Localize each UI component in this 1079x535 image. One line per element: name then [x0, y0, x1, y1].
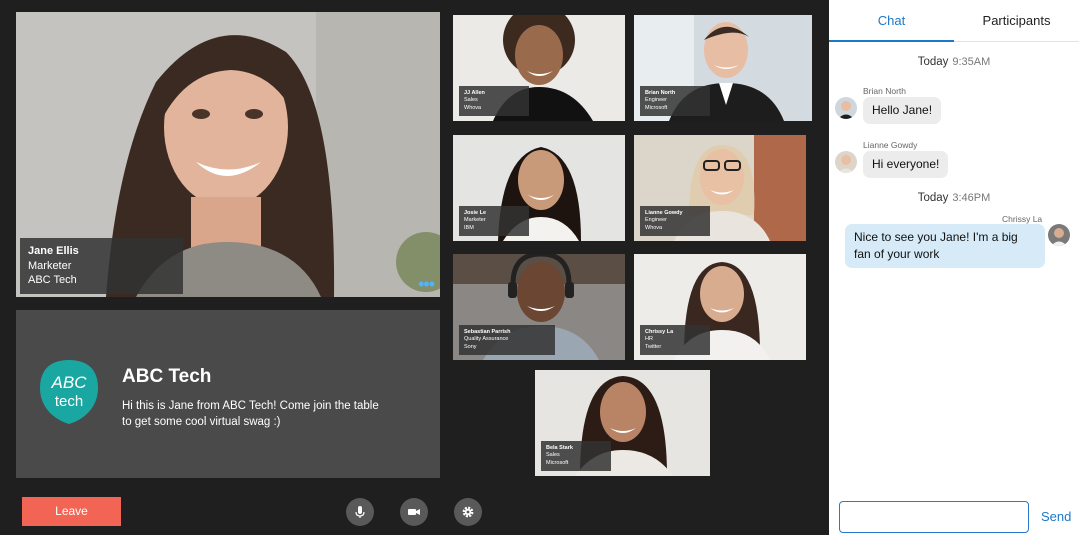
abc-tech-logo: ABC tech [40, 360, 98, 424]
speaker-role: Marketer [28, 259, 72, 272]
participant-company: Microsoft [645, 104, 668, 111]
logo-abc: ABC [51, 373, 88, 392]
tab-chat[interactable]: Chat [829, 0, 954, 42]
participant-role: Engineer [645, 97, 668, 103]
message-sender: Brian North [863, 86, 906, 96]
participant-role: HR [645, 336, 653, 342]
video-camera-icon [408, 509, 420, 515]
participant-role: Engineer [645, 217, 668, 223]
speaker-name: Jane Ellis [28, 245, 79, 257]
leave-button[interactable]: Leave [22, 497, 121, 526]
sponsor-title: ABC Tech [122, 366, 212, 387]
participant-tile[interactable]: Brian North Engineer Microsoft [634, 15, 812, 121]
participant-company: IBM [464, 224, 474, 231]
avatar [835, 151, 857, 173]
day-divider: Today 3:46PM [829, 192, 1079, 204]
participant-role: Quality Assurance [464, 336, 509, 342]
settings-button[interactable] [454, 498, 482, 526]
participant-name: JJ Allen [464, 89, 485, 96]
participant-nameplate: Chrissy La HR Twitter [640, 324, 710, 355]
participant-company: Whova [464, 104, 482, 111]
chat-input[interactable] [839, 501, 1029, 533]
participant-company: Sony [464, 343, 477, 350]
participant-tile[interactable]: Sebastian Parrish Quality Assurance Sony [453, 254, 625, 360]
participant-tile[interactable]: Bela Stark Sales Microsoft [535, 370, 710, 476]
participant-nameplate: JJ Allen Sales Whova [459, 85, 529, 116]
time-label: 3:46PM [952, 192, 991, 204]
tab-participants[interactable]: Participants [954, 0, 1079, 42]
camera-button[interactable] [400, 498, 428, 526]
participant-name: Brian North [645, 89, 676, 96]
avatar [1048, 224, 1070, 246]
chat-panel: Chat Participants Today 9:35AM Brian Nort… [829, 0, 1079, 535]
message-sender: Chrissy La [1002, 214, 1043, 224]
video-stage: Jane Ellis Marketer ABC Tech ••• ABC tec… [0, 0, 829, 535]
avatar-image [835, 97, 857, 119]
gear-icon [462, 506, 474, 518]
participant-tile[interactable]: Josie Le Marketer IBM [453, 135, 625, 241]
participant-name: Chrissy La [645, 328, 674, 335]
participant-company: Microsoft [546, 459, 569, 466]
participant-company: Twitter [645, 343, 662, 350]
sponsor-card: ABC tech ABC Tech Hi this is Jane from A… [16, 310, 440, 478]
microphone-icon [355, 506, 365, 518]
participant-nameplate: Sebastian Parrish Quality Assurance Sony [459, 324, 555, 355]
day-divider: Today 9:35AM [829, 56, 1079, 68]
avatar [835, 97, 857, 119]
participant-role: Sales [546, 452, 560, 458]
participant-name: Bela Stark [546, 444, 573, 451]
participant-nameplate: Bela Stark Sales Microsoft [541, 440, 611, 471]
send-button[interactable]: Send [1041, 509, 1071, 524]
participant-name: Lianne Gowdy [645, 209, 683, 216]
message-sender: Lianne Gowdy [863, 140, 918, 150]
logo-tech: tech [55, 393, 83, 410]
participant-role: Sales [464, 97, 478, 103]
time-label: 9:35AM [952, 56, 991, 68]
chat-message: Hi everyone! [863, 151, 949, 178]
chat-message-own: Nice to see you Jane! I'm a big fan of y… [845, 224, 1045, 268]
more-options-icon[interactable]: ••• [418, 275, 435, 293]
main-speaker-nameplate: Jane Ellis Marketer ABC Tech [20, 238, 183, 294]
participant-tile[interactable]: Lianne Gowdy Engineer Whova [634, 135, 806, 241]
participant-nameplate: Brian North Engineer Microsoft [640, 85, 710, 116]
speaker-company: ABC Tech [28, 274, 77, 286]
participant-role: Marketer [464, 217, 486, 223]
participant-tile[interactable]: Chrissy La HR Twitter [634, 254, 806, 360]
participant-name: Josie Le [464, 209, 487, 216]
main-speaker-video[interactable]: Jane Ellis Marketer ABC Tech ••• [16, 12, 440, 297]
participant-nameplate: Lianne Gowdy Engineer Whova [640, 205, 710, 236]
day-label: Today [917, 192, 949, 204]
participant-tile[interactable]: JJ Allen Sales Whova [453, 15, 625, 121]
panel-tabs: Chat Participants [829, 0, 1079, 42]
participant-name: Sebastian Parrish [464, 328, 511, 335]
avatar-image [1048, 224, 1070, 246]
day-label: Today [917, 56, 949, 68]
participant-company: Whova [645, 224, 663, 231]
participant-nameplate: Josie Le Marketer IBM [459, 205, 529, 236]
avatar-image [835, 151, 857, 173]
chat-message: Hello Jane! [863, 97, 942, 124]
mute-button[interactable] [346, 498, 374, 526]
sponsor-message: Hi this is Jane from ABC Tech! Come join… [122, 400, 379, 428]
